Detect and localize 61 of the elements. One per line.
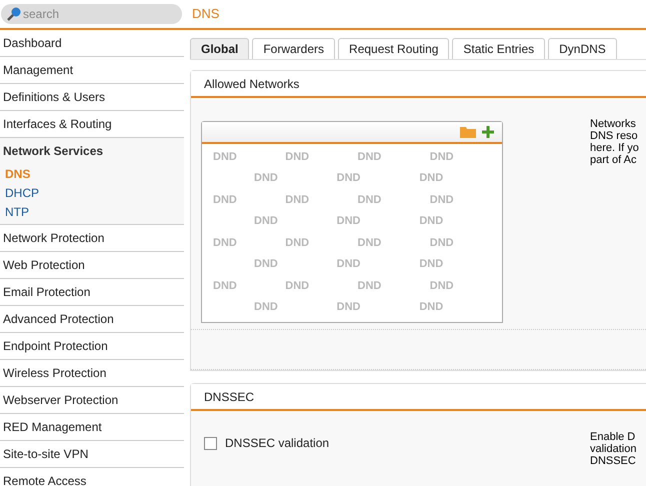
drop-hint: DND — [254, 257, 279, 272]
drop-hint: DND — [254, 300, 279, 315]
section-header: Allowed Networks — [191, 71, 646, 98]
drop-hint: DND — [419, 214, 444, 229]
drop-hint: DND — [336, 257, 362, 272]
drop-hint: DND — [430, 192, 455, 208]
plus-icon[interactable] — [482, 126, 494, 138]
sidebar-item[interactable]: Advanced Protection — [0, 306, 184, 332]
search-icon — [6, 6, 22, 22]
sidebar-subitem[interactable]: NTP — [0, 202, 184, 221]
drop-hint: DND — [358, 192, 382, 208]
drop-hint: DND — [213, 192, 238, 208]
drop-hint: DND — [419, 257, 444, 272]
drop-hint: DND — [430, 278, 455, 294]
drop-hint: DND — [419, 171, 444, 186]
tab[interactable]: DynDNS — [548, 38, 617, 59]
drop-hint: DND — [336, 214, 362, 229]
tab[interactable]: Static Entries — [452, 38, 546, 59]
tab[interactable]: Request Routing — [338, 38, 450, 59]
checkbox[interactable] — [204, 436, 217, 450]
folder-icon[interactable] — [460, 126, 476, 138]
drop-hint: DND — [213, 150, 238, 164]
drop-hint: DND — [285, 278, 310, 294]
sidebar-item[interactable]: Dashboard — [0, 30, 184, 56]
drop-hint: DND — [336, 300, 362, 315]
sidebar-item[interactable]: Network Services — [0, 138, 184, 164]
sidebar-item[interactable]: Wireless Protection — [0, 360, 184, 386]
sidebar-item[interactable]: Network Protection — [0, 225, 184, 251]
drop-hint: DND — [358, 278, 382, 294]
drop-hint: DND — [213, 278, 238, 294]
tab[interactable]: Forwarders — [252, 38, 336, 59]
search-field[interactable]: search — [1, 4, 182, 24]
tab[interactable]: Global — [190, 38, 250, 59]
drop-hint: DND — [430, 150, 455, 164]
drop-hint: DND — [430, 236, 455, 250]
sidebar-item[interactable]: Definitions & Users — [0, 84, 184, 110]
sidebar-item[interactable]: Webserver Protection — [0, 387, 184, 413]
sidebar-item[interactable]: Remote Access — [0, 468, 184, 486]
drop-hint: DND — [358, 150, 382, 164]
section-header: DNSSEC — [191, 384, 646, 411]
help-text: Networks DNS reso here. If yo part of Ac — [590, 118, 640, 168]
checkbox-label: DNSSEC validation — [225, 435, 330, 452]
sidebar-item[interactable]: Web Protection — [0, 252, 184, 278]
drop-hint: DND — [358, 236, 382, 250]
drop-hint: DND — [285, 236, 310, 250]
sidebar-item[interactable]: Interfaces & Routing — [0, 111, 184, 137]
help-text: Enable D validation DNSSEC — [590, 431, 638, 469]
drop-hint: DND — [254, 214, 279, 229]
sidebar-subitem[interactable]: DHCP — [0, 183, 184, 202]
drop-hint: DND — [254, 171, 279, 186]
drop-hint: DND — [213, 236, 238, 250]
drop-hint: DND — [419, 300, 444, 315]
drop-hint: DND — [336, 171, 362, 186]
page-title: DNS — [192, 5, 220, 24]
sidebar-item[interactable]: RED Management — [0, 414, 184, 440]
drop-hint: DND — [285, 192, 310, 208]
drop-hint: DND — [285, 150, 310, 164]
sidebar-item[interactable]: Management — [0, 57, 184, 83]
sidebar-item[interactable]: Site-to-site VPN — [0, 441, 184, 467]
sidebar-item[interactable]: Email Protection — [0, 279, 184, 305]
sidebar-item[interactable]: Endpoint Protection — [0, 333, 184, 359]
